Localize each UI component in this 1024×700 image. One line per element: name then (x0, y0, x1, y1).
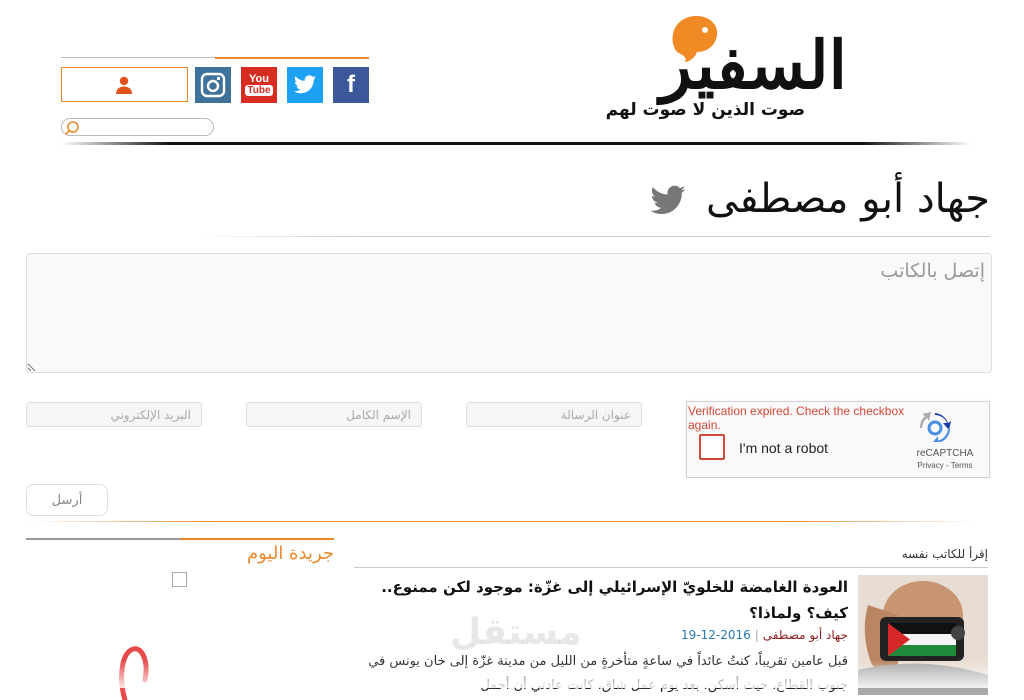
facebook-icon[interactable]: f (333, 67, 369, 103)
email-field[interactable] (26, 402, 202, 427)
subject-field[interactable] (466, 402, 642, 427)
search-icon[interactable] (64, 120, 80, 136)
header-divider-left (61, 57, 215, 58)
full-name-field[interactable] (246, 402, 422, 427)
meta-separator: | (754, 628, 759, 642)
recaptcha-privacy-terms[interactable]: Privacy - Terms (905, 461, 985, 470)
recaptcha-widget: Verification expired. Check the checkbox… (686, 401, 990, 478)
user-icon (116, 76, 132, 94)
sidebar-rule-accent (180, 538, 334, 540)
newspaper-image[interactable] (172, 572, 187, 587)
author-divider (200, 236, 990, 237)
search-input[interactable] (61, 118, 214, 136)
sidebar-rule (26, 538, 180, 540)
site-logo[interactable]: السفير صوت الذين لا صوت لهم (535, 12, 855, 132)
sidebar-title[interactable]: جريدة اليوم (247, 543, 334, 564)
login-button[interactable] (61, 67, 188, 102)
article-meta: جهاد أبو مصطفى |2016-12-19 (354, 628, 848, 642)
author-name: جهاد أبو مصطفى (649, 176, 990, 222)
article-title[interactable]: العودة الغامضة للخلويّ الإسرائيلي إلى غز… (354, 574, 848, 626)
bottom-fade (0, 660, 1024, 688)
twitter-icon[interactable] (287, 67, 323, 103)
header-rule (61, 142, 971, 145)
logo-wordmark: السفير (659, 26, 847, 104)
section-divider (26, 521, 976, 522)
header-divider-accent (215, 57, 369, 59)
watermark: مستقل (450, 612, 582, 653)
recaptcha-brand: reCAPTCHA (916, 448, 974, 459)
logo-slogan: صوت الذين لا صوت لهم (605, 100, 805, 120)
twitter-bird-icon[interactable] (649, 185, 687, 217)
recaptcha-error: Verification expired. Check the checkbox… (688, 404, 905, 432)
article-author[interactable]: جهاد أبو مصطفى (763, 628, 848, 642)
recaptcha-logo-icon (919, 412, 951, 442)
author-name-text: جهاد أبو مصطفى (705, 176, 990, 222)
send-button[interactable]: أرسل (26, 484, 108, 516)
more-by-author-heading: إقرأ للكاتب نفسه (901, 547, 988, 561)
recaptcha-checkbox[interactable] (699, 434, 725, 460)
instagram-icon[interactable] (195, 67, 231, 103)
article-date: 2016-12-19 (680, 628, 751, 642)
youtube-icon[interactable]: You Tube (241, 67, 277, 103)
message-textarea[interactable] (26, 253, 992, 373)
more-by-author-rule (354, 567, 988, 568)
recaptcha-label: I'm not a robot (739, 440, 829, 456)
